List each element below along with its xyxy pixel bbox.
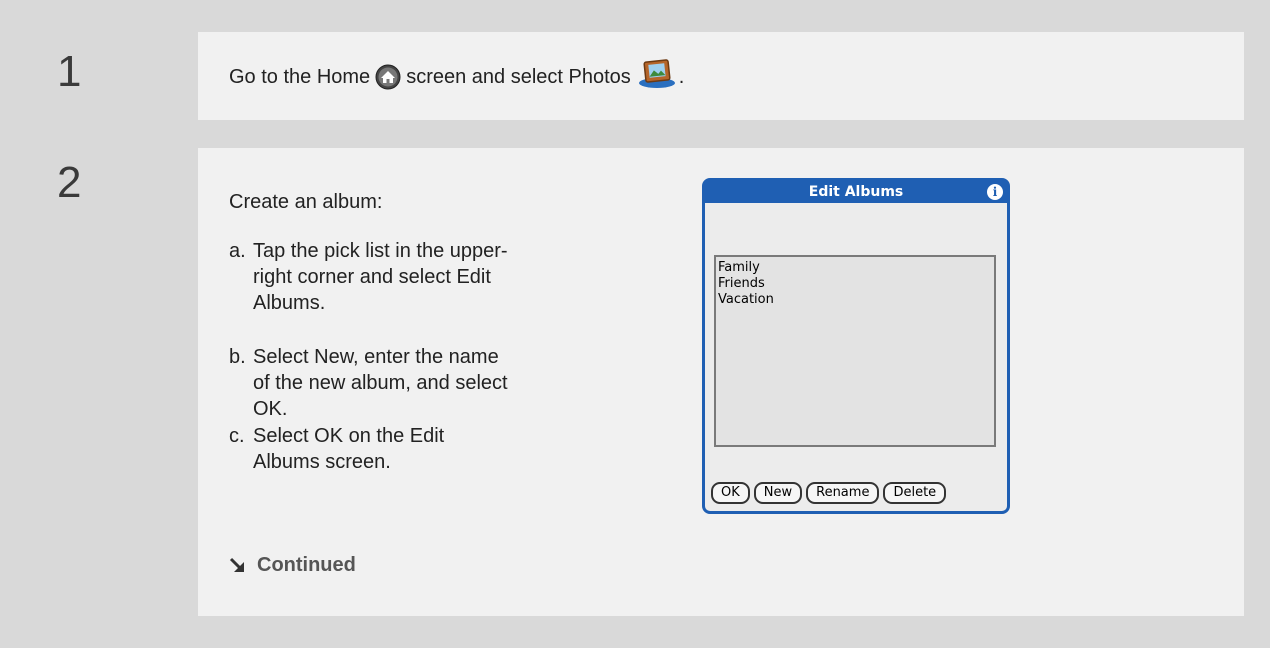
ok-button[interactable]: OK (711, 482, 750, 504)
step-1-text-middle: screen and select Photos (406, 66, 631, 88)
step-number-cell: 2 (30, 148, 198, 616)
delete-button[interactable]: Delete (883, 482, 947, 504)
arrow-down-right-icon (229, 557, 245, 572)
dialog-buttons: OK New Rename Delete (711, 482, 947, 504)
step-1-text-start: Go to the Home (229, 66, 371, 88)
new-button[interactable]: New (753, 482, 803, 504)
step-number: 1 (57, 47, 82, 96)
substep-c: c. Select OK on the Edit Albums screen. (229, 423, 509, 475)
list-item[interactable]: Vacation (718, 292, 992, 308)
substep-text: Select OK on the Edit Albums screen. (253, 425, 445, 473)
substep-text: Select New, enter the name of the new al… (253, 346, 508, 420)
substep-letter: c. (229, 425, 245, 447)
step-1-text: Go to the Home screen and select Photos … (229, 59, 685, 90)
substep-letter: a. (229, 240, 246, 262)
step-number-cell: 1 (30, 32, 198, 120)
step-2-row: 2 Create an album: a. Tap the pick list … (30, 148, 1244, 616)
step-1-content: Go to the Home screen and select Photos … (229, 32, 1244, 120)
info-icon[interactable]: i (987, 184, 1003, 200)
continued-label: Continued (257, 554, 356, 576)
album-list[interactable]: Family Friends Vacation (714, 255, 996, 447)
home-icon (375, 64, 401, 90)
dialog-title: Edit Albums i (705, 181, 1007, 203)
step-number: 2 (57, 158, 82, 207)
dialog-title-text: Edit Albums (808, 184, 904, 200)
rename-button[interactable]: Rename (806, 482, 880, 504)
substep-b: b. Select New, enter the name of the new… (229, 344, 509, 422)
continued-link[interactable]: Continued (229, 554, 356, 577)
list-item[interactable]: Family (718, 260, 992, 276)
substep-a: a. Tap the pick list in the upper-right … (229, 238, 509, 316)
photos-icon (638, 59, 675, 88)
list-item[interactable]: Friends (718, 276, 992, 292)
substep-letter: b. (229, 346, 246, 368)
step-1-row: 1 Go to the Home screen and select Photo… (30, 32, 1244, 120)
step-1-text-end: . (678, 66, 685, 88)
substep-text: Tap the pick list in the upper-right cor… (253, 240, 508, 314)
edit-albums-dialog: Edit Albums i Family Friends Vacation OK… (702, 178, 1010, 514)
step-2-intro: Create an album: (229, 191, 383, 213)
